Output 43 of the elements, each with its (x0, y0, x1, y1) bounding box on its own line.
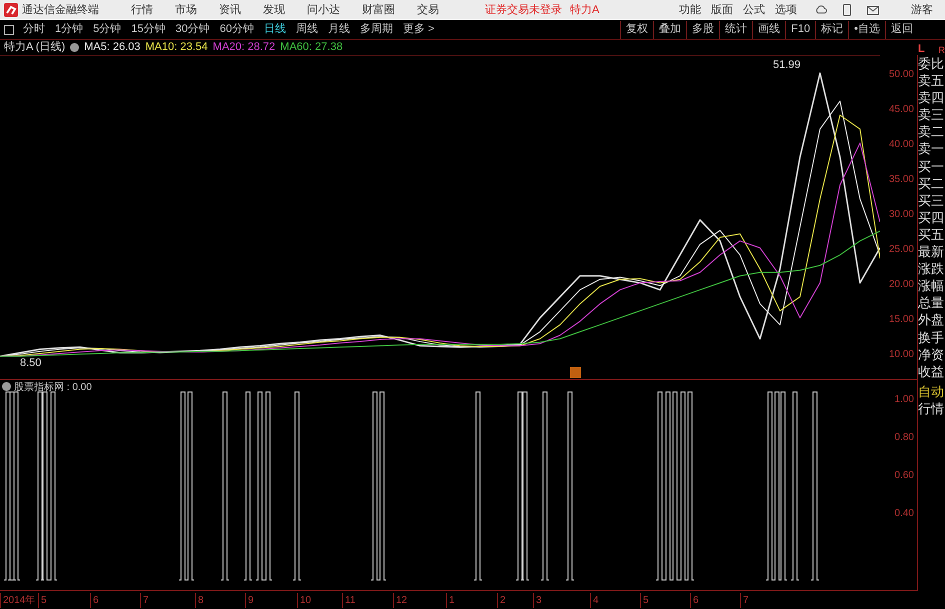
price-tick: 30.00 (888, 208, 914, 222)
stock-label: 特力A (日线) (4, 40, 66, 56)
date-label: 12 (393, 593, 408, 608)
legend-name: MA60 (280, 40, 309, 56)
date-label: 5 (640, 593, 649, 608)
legend-value: : 28.72 (242, 40, 276, 56)
date-label: 7 (740, 593, 749, 608)
date-label: 2 (497, 593, 506, 608)
date-label: 5 (38, 593, 47, 608)
price-tick: 40.00 (888, 138, 914, 152)
legend-name: MA5 (84, 40, 107, 56)
legend-name: MA20 (212, 40, 242, 56)
date-label: 6 (90, 593, 99, 608)
indicator-tick: 0.60 (894, 469, 914, 483)
date-label: 9 (245, 593, 254, 608)
price-tick: 50.00 (888, 68, 914, 82)
price-tick: 15.00 (888, 312, 914, 327)
legend-value: : 23.54 (174, 40, 208, 56)
indicator-tick: 0.40 (894, 507, 914, 521)
date-label: 2014年 (0, 593, 36, 608)
indicator-label: 股票指标网 : 0.00 (14, 380, 92, 395)
legend-name: MA10 (145, 40, 174, 56)
app-name: 通达信金融终端 (22, 2, 99, 18)
price-tick: 45.00 (888, 103, 914, 118)
price-tick: 10.00 (888, 348, 914, 362)
price-tick: 20.00 (888, 278, 914, 292)
date-label: 11 (342, 593, 356, 608)
date-label: 7 (140, 593, 149, 608)
date-label: 3 (533, 593, 542, 608)
high-price-label: 51.99 (773, 58, 801, 73)
low-price-label: 8.50 (20, 356, 42, 371)
indicator-tick: 1.00 (894, 393, 914, 407)
date-label: 1 (446, 593, 455, 608)
indicator-tick: 0.80 (894, 431, 914, 445)
date-label: 6 (690, 593, 699, 608)
legend-value: : 26.03 (106, 40, 140, 56)
date-label: 8 (195, 593, 204, 608)
price-tick: 25.00 (888, 242, 914, 257)
stock-name: 特力A (570, 2, 600, 18)
date-label: 4 (590, 593, 599, 608)
price-tick: 35.00 (888, 173, 914, 187)
date-label: 10 (297, 593, 312, 608)
legend-value: : 27.38 (308, 40, 343, 56)
